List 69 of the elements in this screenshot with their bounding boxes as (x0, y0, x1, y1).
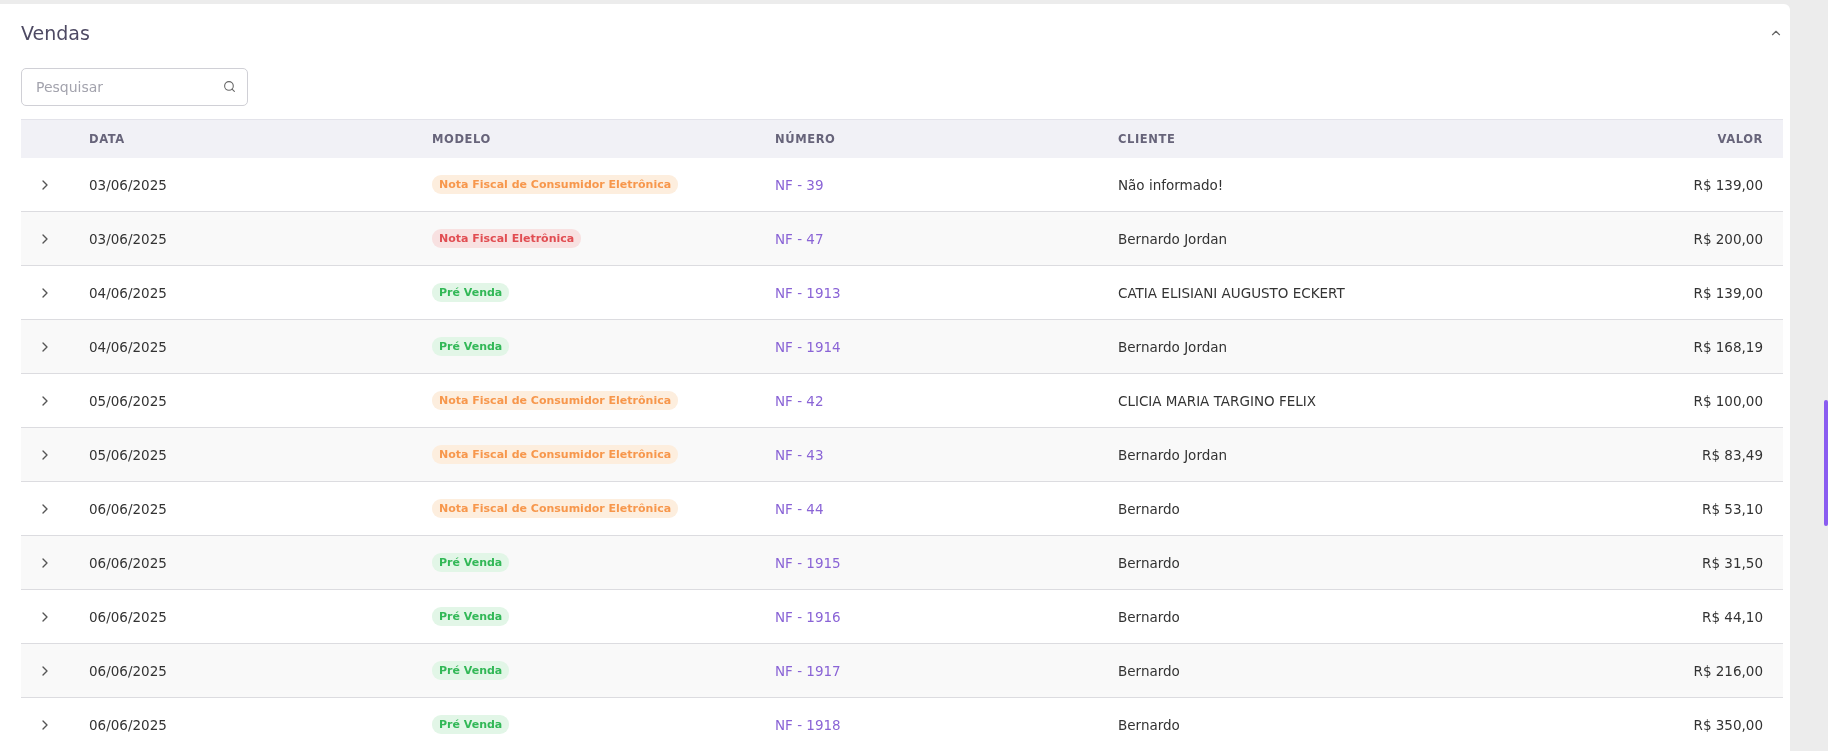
model-badge: Pré Venda (432, 607, 510, 626)
client-cell-text: Bernardo (1118, 608, 1181, 625)
scrollbar-thumb[interactable] (1824, 400, 1828, 526)
model-badge: Pré Venda (432, 337, 510, 356)
number-link[interactable]: NF - 42 (775, 392, 824, 409)
table-row[interactable]: 06/06/2025 Pré Venda NF - 1917 Bernardo R$ 216,00 (21, 644, 1783, 698)
client-cell-text: Bernardo (1118, 716, 1181, 733)
value-cell-text: R$ 139,00 (1692, 284, 1763, 301)
client-cell-text: CLICIA MARIA TARGINO FELIX (1118, 392, 1317, 409)
model-badge: Nota Fiscal de Consumidor Eletrônica (432, 391, 679, 410)
column-header: DATA (89, 132, 126, 146)
column-header: NÚMERO (775, 132, 837, 146)
value-cell-text: R$ 53,10 (1701, 500, 1763, 517)
client-cell-text: Bernardo (1118, 662, 1181, 679)
model-badge: Nota Fiscal de Consumidor Eletrônica (432, 175, 679, 194)
date-cell-text: 04/06/2025 (89, 284, 168, 301)
table-row[interactable]: 05/06/2025 Nota Fiscal de Consumidor Eletrônica NF - 43 Bernardo Jordan R$ 83,49 (21, 428, 1783, 482)
client-cell-text: Bernardo (1118, 554, 1181, 571)
date-cell-text: 06/06/2025 (89, 716, 168, 733)
column-header: CLIENTE (1118, 132, 1177, 146)
number-link[interactable]: NF - 1918 (775, 716, 841, 733)
search-icon (223, 80, 236, 93)
column-header: VALOR (1716, 132, 1763, 146)
value-cell-text: R$ 216,00 (1692, 662, 1763, 679)
model-badge: Nota Fiscal de Consumidor Eletrônica (432, 445, 679, 464)
number-link[interactable]: NF - 1915 (775, 554, 841, 571)
value-cell-text: R$ 350,00 (1692, 716, 1763, 733)
client-cell-text: Bernardo Jordan (1118, 446, 1229, 463)
search-field[interactable]: Pesquisar (21, 68, 248, 106)
number-link[interactable]: NF - 1916 (775, 608, 841, 625)
client-cell-text: Não informado! (1118, 176, 1225, 193)
table-row[interactable]: 03/06/2025 Nota Fiscal Eletrônica NF - 47 Bernardo Jordan R$ 200,00 (21, 212, 1783, 266)
client-cell-text: CATIA ELISIANI AUGUSTO ECKERT (1118, 284, 1346, 301)
date-cell-text: 06/06/2025 (89, 662, 168, 679)
panel-title: Vendas (21, 22, 90, 44)
model-badge: Pré Venda (432, 283, 510, 302)
number-link[interactable]: NF - 1913 (775, 284, 841, 301)
model-badge: Pré Venda (432, 715, 510, 734)
date-cell-text: 06/06/2025 (89, 500, 168, 517)
value-cell-text: R$ 139,00 (1692, 176, 1763, 193)
model-badge: Pré Venda (432, 553, 510, 572)
value-cell-text: R$ 168,19 (1692, 338, 1763, 355)
number-link[interactable]: NF - 43 (775, 446, 824, 463)
model-badge: Pré Venda (432, 661, 510, 680)
client-cell-text: Bernardo Jordan (1118, 230, 1229, 247)
value-cell-text: R$ 44,10 (1701, 608, 1763, 625)
date-cell-text: 03/06/2025 (89, 176, 168, 193)
client-cell-text: Bernardo Jordan (1118, 338, 1229, 355)
number-link[interactable]: NF - 39 (775, 176, 824, 193)
value-cell-text: R$ 83,49 (1701, 446, 1763, 463)
number-link[interactable]: NF - 1914 (775, 338, 841, 355)
value-cell-text: R$ 100,00 (1692, 392, 1763, 409)
date-cell-text: 05/06/2025 (89, 446, 168, 463)
date-cell-text: 05/06/2025 (89, 392, 168, 409)
model-badge: Nota Fiscal Eletrônica (432, 229, 582, 248)
table-row[interactable]: 06/06/2025 Pré Venda NF - 1915 Bernardo R$ 31,50 (21, 536, 1783, 590)
date-cell-text: 04/06/2025 (89, 338, 168, 355)
date-cell-text: 06/06/2025 (89, 608, 168, 625)
value-cell-text: R$ 31,50 (1701, 554, 1763, 571)
value-cell-text: R$ 200,00 (1692, 230, 1763, 247)
table-row[interactable]: 04/06/2025 Pré Venda NF - 1914 Bernardo Jordan R$ 168,19 (21, 320, 1783, 374)
number-link[interactable]: NF - 44 (775, 500, 824, 517)
model-badge: Nota Fiscal de Consumidor Eletrônica (432, 499, 679, 518)
number-link[interactable]: NF - 1917 (775, 662, 841, 679)
column-header: MODELO (432, 132, 492, 146)
client-cell-text: Bernardo (1118, 500, 1181, 517)
date-cell-text: 03/06/2025 (89, 230, 168, 247)
date-cell-text: 06/06/2025 (89, 554, 168, 571)
number-link[interactable]: NF - 47 (775, 230, 824, 247)
